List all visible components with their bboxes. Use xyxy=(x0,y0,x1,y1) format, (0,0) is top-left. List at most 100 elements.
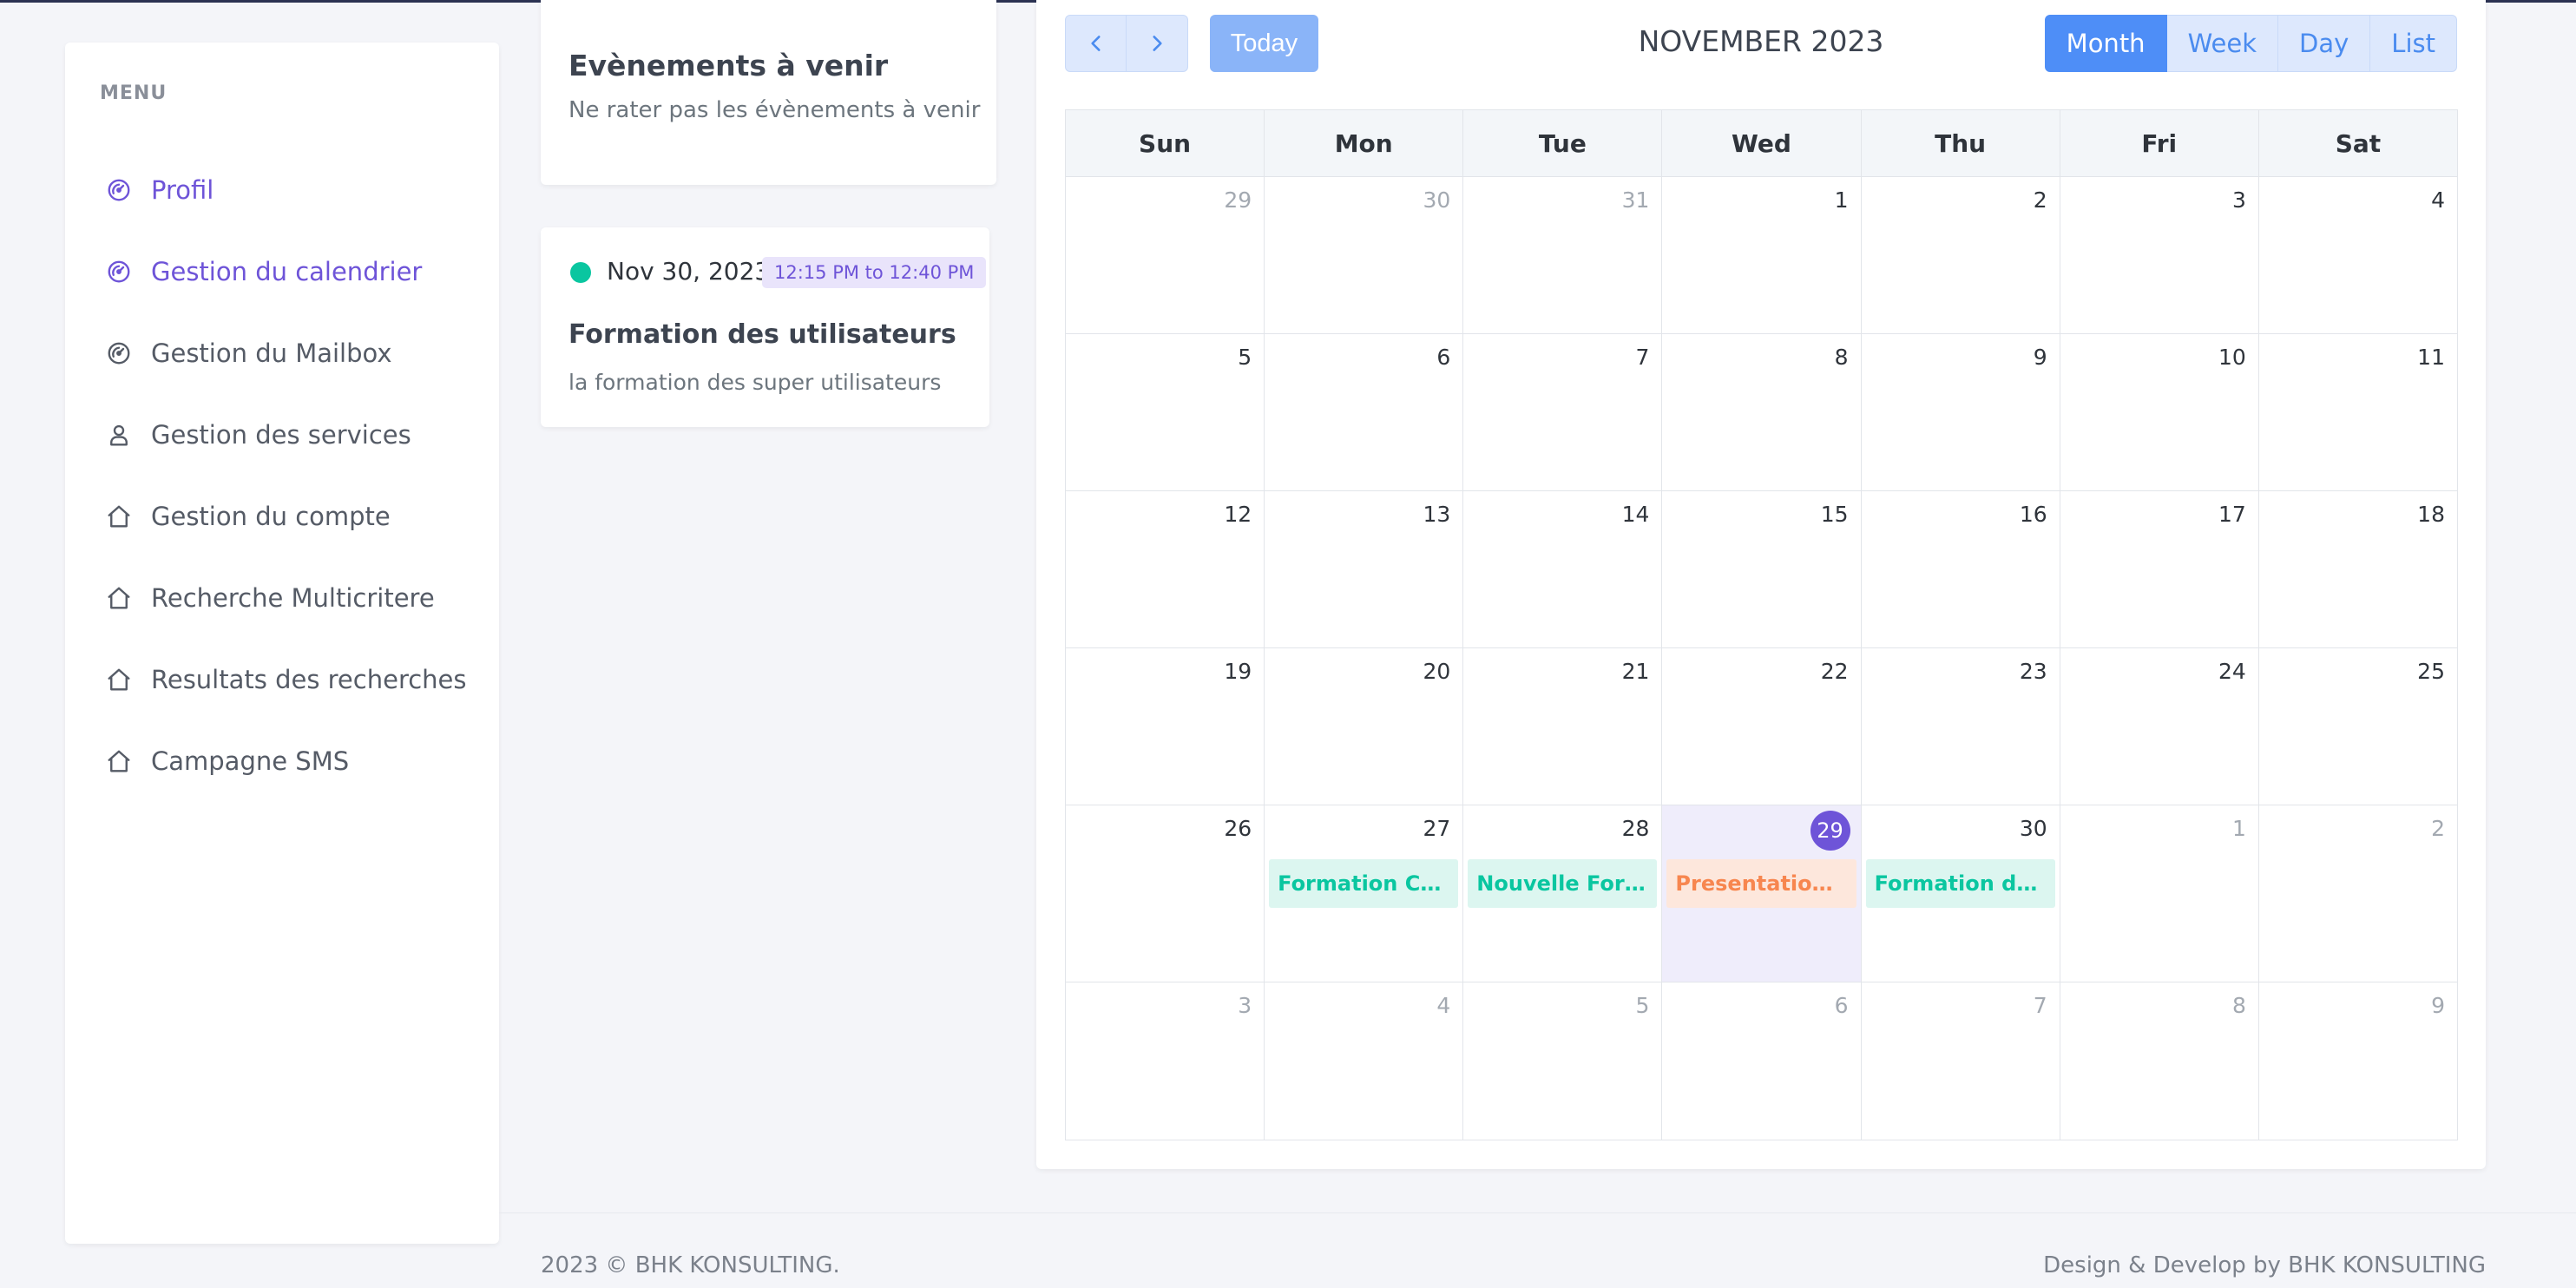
day-number[interactable]: 18 xyxy=(2417,502,2445,527)
day-cell[interactable]: 22 xyxy=(1662,648,1862,805)
day-number[interactable]: 26 xyxy=(1224,816,1252,841)
day-cell[interactable]: 28 Nouvelle Form... xyxy=(1463,805,1663,982)
view-day-button[interactable]: Day xyxy=(2278,15,2371,72)
day-number[interactable]: 15 xyxy=(1821,502,1849,527)
day-number[interactable]: 7 xyxy=(1636,345,1650,370)
day-cell[interactable]: 13 xyxy=(1265,491,1464,647)
day-cell[interactable]: 7 xyxy=(1862,982,2060,1140)
day-cell[interactable]: 7 xyxy=(1463,334,1663,490)
day-number[interactable]: 16 xyxy=(2020,502,2047,527)
day-number[interactable]: 11 xyxy=(2417,345,2445,370)
day-number[interactable]: 27 xyxy=(1423,816,1450,841)
view-week-button[interactable]: Week xyxy=(2166,15,2279,72)
day-cell[interactable]: 1 xyxy=(2060,805,2259,982)
day-cell[interactable]: 26 xyxy=(1066,805,1265,982)
day-cell[interactable]: 8 xyxy=(1662,334,1862,490)
sidebar-item-gestion-du-calendrier[interactable]: Gestion du calendrier xyxy=(104,246,469,298)
day-cell[interactable]: 17 xyxy=(2060,491,2259,647)
day-number[interactable]: 7 xyxy=(2034,993,2047,1018)
day-number[interactable]: 9 xyxy=(2034,345,2047,370)
day-number[interactable]: 9 xyxy=(2431,993,2445,1018)
day-cell[interactable]: 24 xyxy=(2060,648,2259,805)
sidebar-item-gestion-du-mailbox[interactable]: Gestion du Mailbox xyxy=(104,327,469,379)
day-cell[interactable]: 2 xyxy=(1862,177,2060,333)
day-cell[interactable]: 20 xyxy=(1265,648,1464,805)
day-number[interactable]: 5 xyxy=(1238,345,1252,370)
calendar-event[interactable]: Nouvelle Form... xyxy=(1468,859,1658,908)
day-number[interactable]: 22 xyxy=(1821,659,1849,684)
day-number[interactable]: 4 xyxy=(2431,187,2445,213)
day-number[interactable]: 3 xyxy=(2232,187,2246,213)
sidebar-item-profil[interactable]: Profil xyxy=(104,164,469,216)
day-cell[interactable]: 9 xyxy=(1862,334,2060,490)
day-number[interactable]: 17 xyxy=(2218,502,2246,527)
day-cell[interactable]: 5 xyxy=(1463,982,1663,1140)
day-cell[interactable]: 5 xyxy=(1066,334,1265,490)
day-cell[interactable]: 30 Formation des ... xyxy=(1862,805,2060,982)
day-number[interactable]: 13 xyxy=(1423,502,1450,527)
calendar-event[interactable]: Presentation p... xyxy=(1666,859,1856,908)
today-button[interactable]: Today xyxy=(1210,15,1318,72)
day-cell[interactable]: 3 xyxy=(1066,982,1265,1140)
day-cell[interactable]: 12 xyxy=(1066,491,1265,647)
day-cell[interactable]: 8 xyxy=(2060,982,2259,1140)
sidebar-item-campagne-sms[interactable]: Campagne SMS xyxy=(104,735,469,787)
sidebar-item-resultats-des-recherches[interactable]: Resultats des recherches xyxy=(104,654,469,706)
next-month-button[interactable] xyxy=(1127,15,1188,72)
day-cell[interactable]: 21 xyxy=(1463,648,1663,805)
day-number[interactable]: 3 xyxy=(1238,993,1252,1018)
day-number[interactable]: 24 xyxy=(2218,659,2246,684)
day-number[interactable]: 12 xyxy=(1224,502,1252,527)
day-number[interactable]: 2 xyxy=(2431,816,2445,841)
day-number[interactable]: 10 xyxy=(2218,345,2246,370)
day-cell[interactable]: 9 xyxy=(2259,982,2457,1140)
day-number[interactable]: 4 xyxy=(1436,993,1450,1018)
day-number[interactable]: 29 xyxy=(1224,187,1252,213)
day-number[interactable]: 2 xyxy=(2034,187,2047,213)
day-cell[interactable]: 1 xyxy=(1662,177,1862,333)
day-number[interactable]: 28 xyxy=(1622,816,1650,841)
sidebar-item-gestion-du-compte[interactable]: Gestion du compte xyxy=(104,490,469,542)
day-cell[interactable]: 3 xyxy=(2060,177,2259,333)
day-number[interactable]: 6 xyxy=(1835,993,1849,1018)
sidebar-item-recherche-multicritere[interactable]: Recherche Multicritere xyxy=(104,572,469,624)
day-cell[interactable]: 11 xyxy=(2259,334,2457,490)
day-cell[interactable]: 16 xyxy=(1862,491,2060,647)
day-number[interactable]: 6 xyxy=(1436,345,1450,370)
day-number[interactable]: 8 xyxy=(2232,993,2246,1018)
day-cell[interactable]: 25 xyxy=(2259,648,2457,805)
day-cell-today[interactable]: 29 Presentation p... xyxy=(1662,805,1862,982)
day-number[interactable]: 14 xyxy=(1622,502,1650,527)
day-number[interactable]: 23 xyxy=(2020,659,2047,684)
day-number[interactable]: 31 xyxy=(1622,187,1650,213)
day-number[interactable]: 5 xyxy=(1636,993,1650,1018)
calendar-event[interactable]: Formation des ... xyxy=(1865,859,2055,908)
upcoming-event-card[interactable]: Nov 30, 2023 12:15 PM to 12:40 PM Format… xyxy=(541,227,989,427)
day-cell[interactable]: 27 Formation Cha... xyxy=(1265,805,1464,982)
day-number[interactable]: 1 xyxy=(2232,816,2246,841)
day-cell[interactable]: 19 xyxy=(1066,648,1265,805)
sidebar-item-gestion-des-services[interactable]: Gestion des services xyxy=(104,409,469,461)
day-cell[interactable]: 4 xyxy=(1265,982,1464,1140)
view-list-button[interactable]: List xyxy=(2370,15,2457,72)
day-number[interactable]: 30 xyxy=(2020,816,2047,841)
day-cell[interactable]: 10 xyxy=(2060,334,2259,490)
day-number[interactable]: 1 xyxy=(1835,187,1849,213)
day-number[interactable]: 25 xyxy=(2417,659,2445,684)
day-number[interactable]: 8 xyxy=(1835,345,1849,370)
day-number[interactable]: 20 xyxy=(1423,659,1450,684)
prev-month-button[interactable] xyxy=(1065,15,1127,72)
day-cell[interactable]: 31 xyxy=(1463,177,1663,333)
day-cell[interactable]: 15 xyxy=(1662,491,1862,647)
day-cell[interactable]: 23 xyxy=(1862,648,2060,805)
day-cell[interactable]: 29 xyxy=(1066,177,1265,333)
day-cell[interactable]: 6 xyxy=(1265,334,1464,490)
day-cell[interactable]: 18 xyxy=(2259,491,2457,647)
day-cell[interactable]: 14 xyxy=(1463,491,1663,647)
view-month-button[interactable]: Month xyxy=(2044,15,2167,72)
day-number[interactable]: 30 xyxy=(1423,187,1450,213)
day-cell[interactable]: 4 xyxy=(2259,177,2457,333)
day-cell[interactable]: 6 xyxy=(1662,982,1862,1140)
day-number[interactable]: 29 xyxy=(1810,811,1850,851)
day-number[interactable]: 21 xyxy=(1622,659,1650,684)
